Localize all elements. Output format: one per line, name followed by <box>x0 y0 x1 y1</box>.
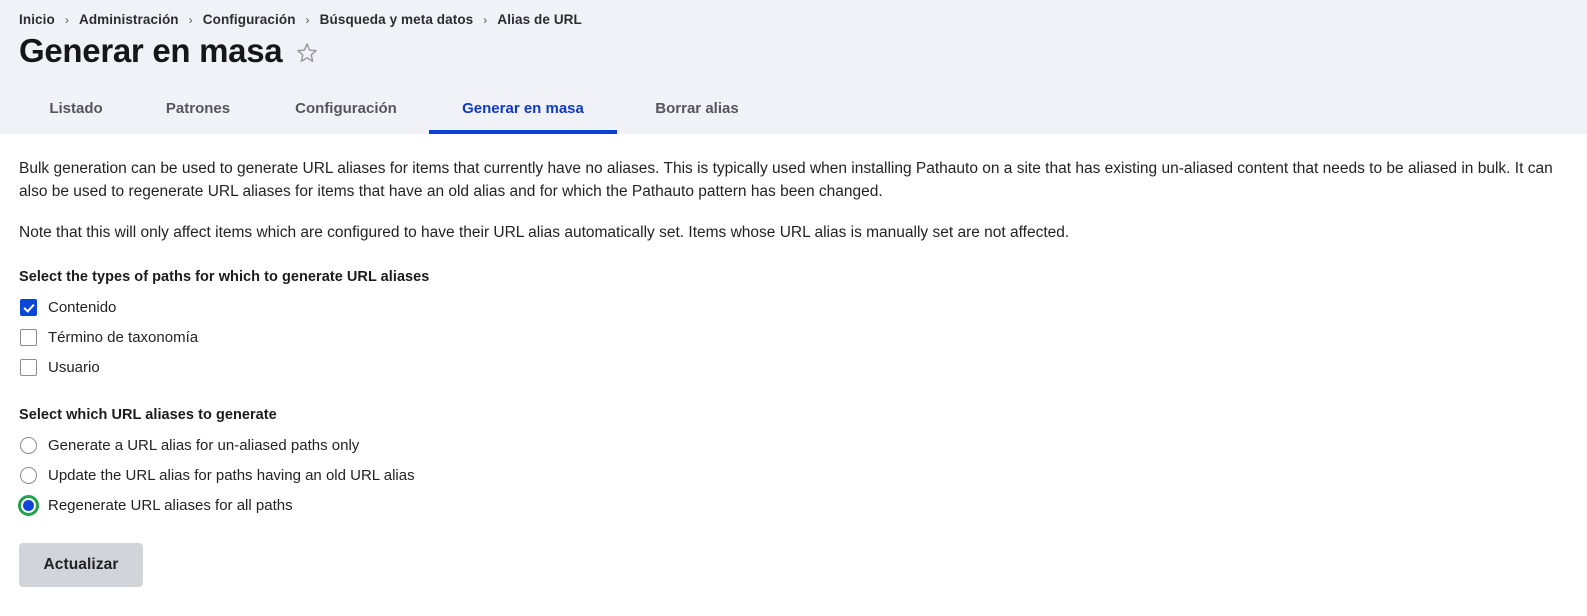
path-types-legend: Select the types of paths for which to g… <box>19 268 430 285</box>
checkbox-termino-de-taxonomia[interactable] <box>20 329 37 346</box>
tab-bar: Listado Patrones Configuración Generar e… <box>0 90 1587 134</box>
page-header: Inicio › Administración › Configuración … <box>0 0 1587 134</box>
checkbox-label-termino-de-taxonomia[interactable]: Término de taxonomía <box>48 328 198 348</box>
checkbox-row-usuario[interactable]: Usuario <box>19 353 1568 383</box>
radio-label-update-old-alias[interactable]: Update the URL alias for paths having an… <box>48 466 415 486</box>
breadcrumb-item-alias-de-url[interactable]: Alias de URL <box>497 12 581 27</box>
submit-row: Actualizar <box>19 542 1568 587</box>
breadcrumb-item-inicio[interactable]: Inicio <box>19 12 55 27</box>
checkbox-row-termino-de-taxonomia[interactable]: Término de taxonomía <box>19 323 1568 353</box>
checkbox-label-usuario[interactable]: Usuario <box>48 358 100 378</box>
star-outline-icon[interactable] <box>295 41 319 65</box>
breadcrumb-separator-icon: › <box>188 12 193 27</box>
tab-patrones[interactable]: Patrones <box>133 100 263 134</box>
breadcrumb-separator-icon: › <box>64 12 69 27</box>
breadcrumb-separator-icon: › <box>483 12 488 27</box>
alias-action-fieldset: Select which URL aliases to generate Gen… <box>18 406 1568 521</box>
radio-regenerate-all[interactable] <box>18 495 39 516</box>
breadcrumb-item-administracion[interactable]: Administración <box>79 12 179 27</box>
intro-paragraph-2: Note that this will only affect items wh… <box>19 224 1070 241</box>
radio-label-unaliased-only[interactable]: Generate a URL alias for un-aliased path… <box>48 436 359 456</box>
tab-generar-en-masa[interactable]: Generar en masa <box>429 100 617 134</box>
path-types-fieldset: Select the types of paths for which to g… <box>19 269 1568 383</box>
tab-configuracion[interactable]: Configuración <box>263 100 429 134</box>
alias-action-legend: Select which URL aliases to generate <box>19 406 277 423</box>
title-row: Generar en masa <box>0 27 1587 71</box>
radio-label-regenerate-all[interactable]: Regenerate URL aliases for all paths <box>48 496 293 516</box>
breadcrumb: Inicio › Administración › Configuración … <box>0 0 1587 27</box>
checkbox-row-contenido[interactable]: Contenido <box>19 293 1568 323</box>
main-content: Bulk generation can be used to generate … <box>0 134 1587 587</box>
tab-borrar-alias[interactable]: Borrar alias <box>617 100 777 134</box>
checkbox-label-contenido[interactable]: Contenido <box>48 298 116 318</box>
checkbox-usuario[interactable] <box>20 359 37 376</box>
tab-listado[interactable]: Listado <box>19 100 133 134</box>
breadcrumb-item-configuracion[interactable]: Configuración <box>203 12 296 27</box>
breadcrumb-separator-icon: › <box>305 12 310 27</box>
checkbox-contenido[interactable] <box>20 299 37 316</box>
radio-row-update-old-alias[interactable]: Update the URL alias for paths having an… <box>19 461 1568 491</box>
radio-row-regenerate-all[interactable]: Regenerate URL aliases for all paths <box>18 491 1568 521</box>
radio-row-unaliased-only[interactable]: Generate a URL alias for un-aliased path… <box>19 431 1568 461</box>
radio-update-old-alias[interactable] <box>20 467 37 484</box>
intro-paragraph-1: Bulk generation can be used to generate … <box>19 160 1553 200</box>
breadcrumb-item-busqueda-y-meta-datos[interactable]: Búsqueda y meta datos <box>320 12 474 27</box>
page-title: Generar en masa <box>19 32 283 69</box>
actualizar-button[interactable]: Actualizar <box>19 542 143 587</box>
radio-unaliased-only[interactable] <box>20 437 37 454</box>
